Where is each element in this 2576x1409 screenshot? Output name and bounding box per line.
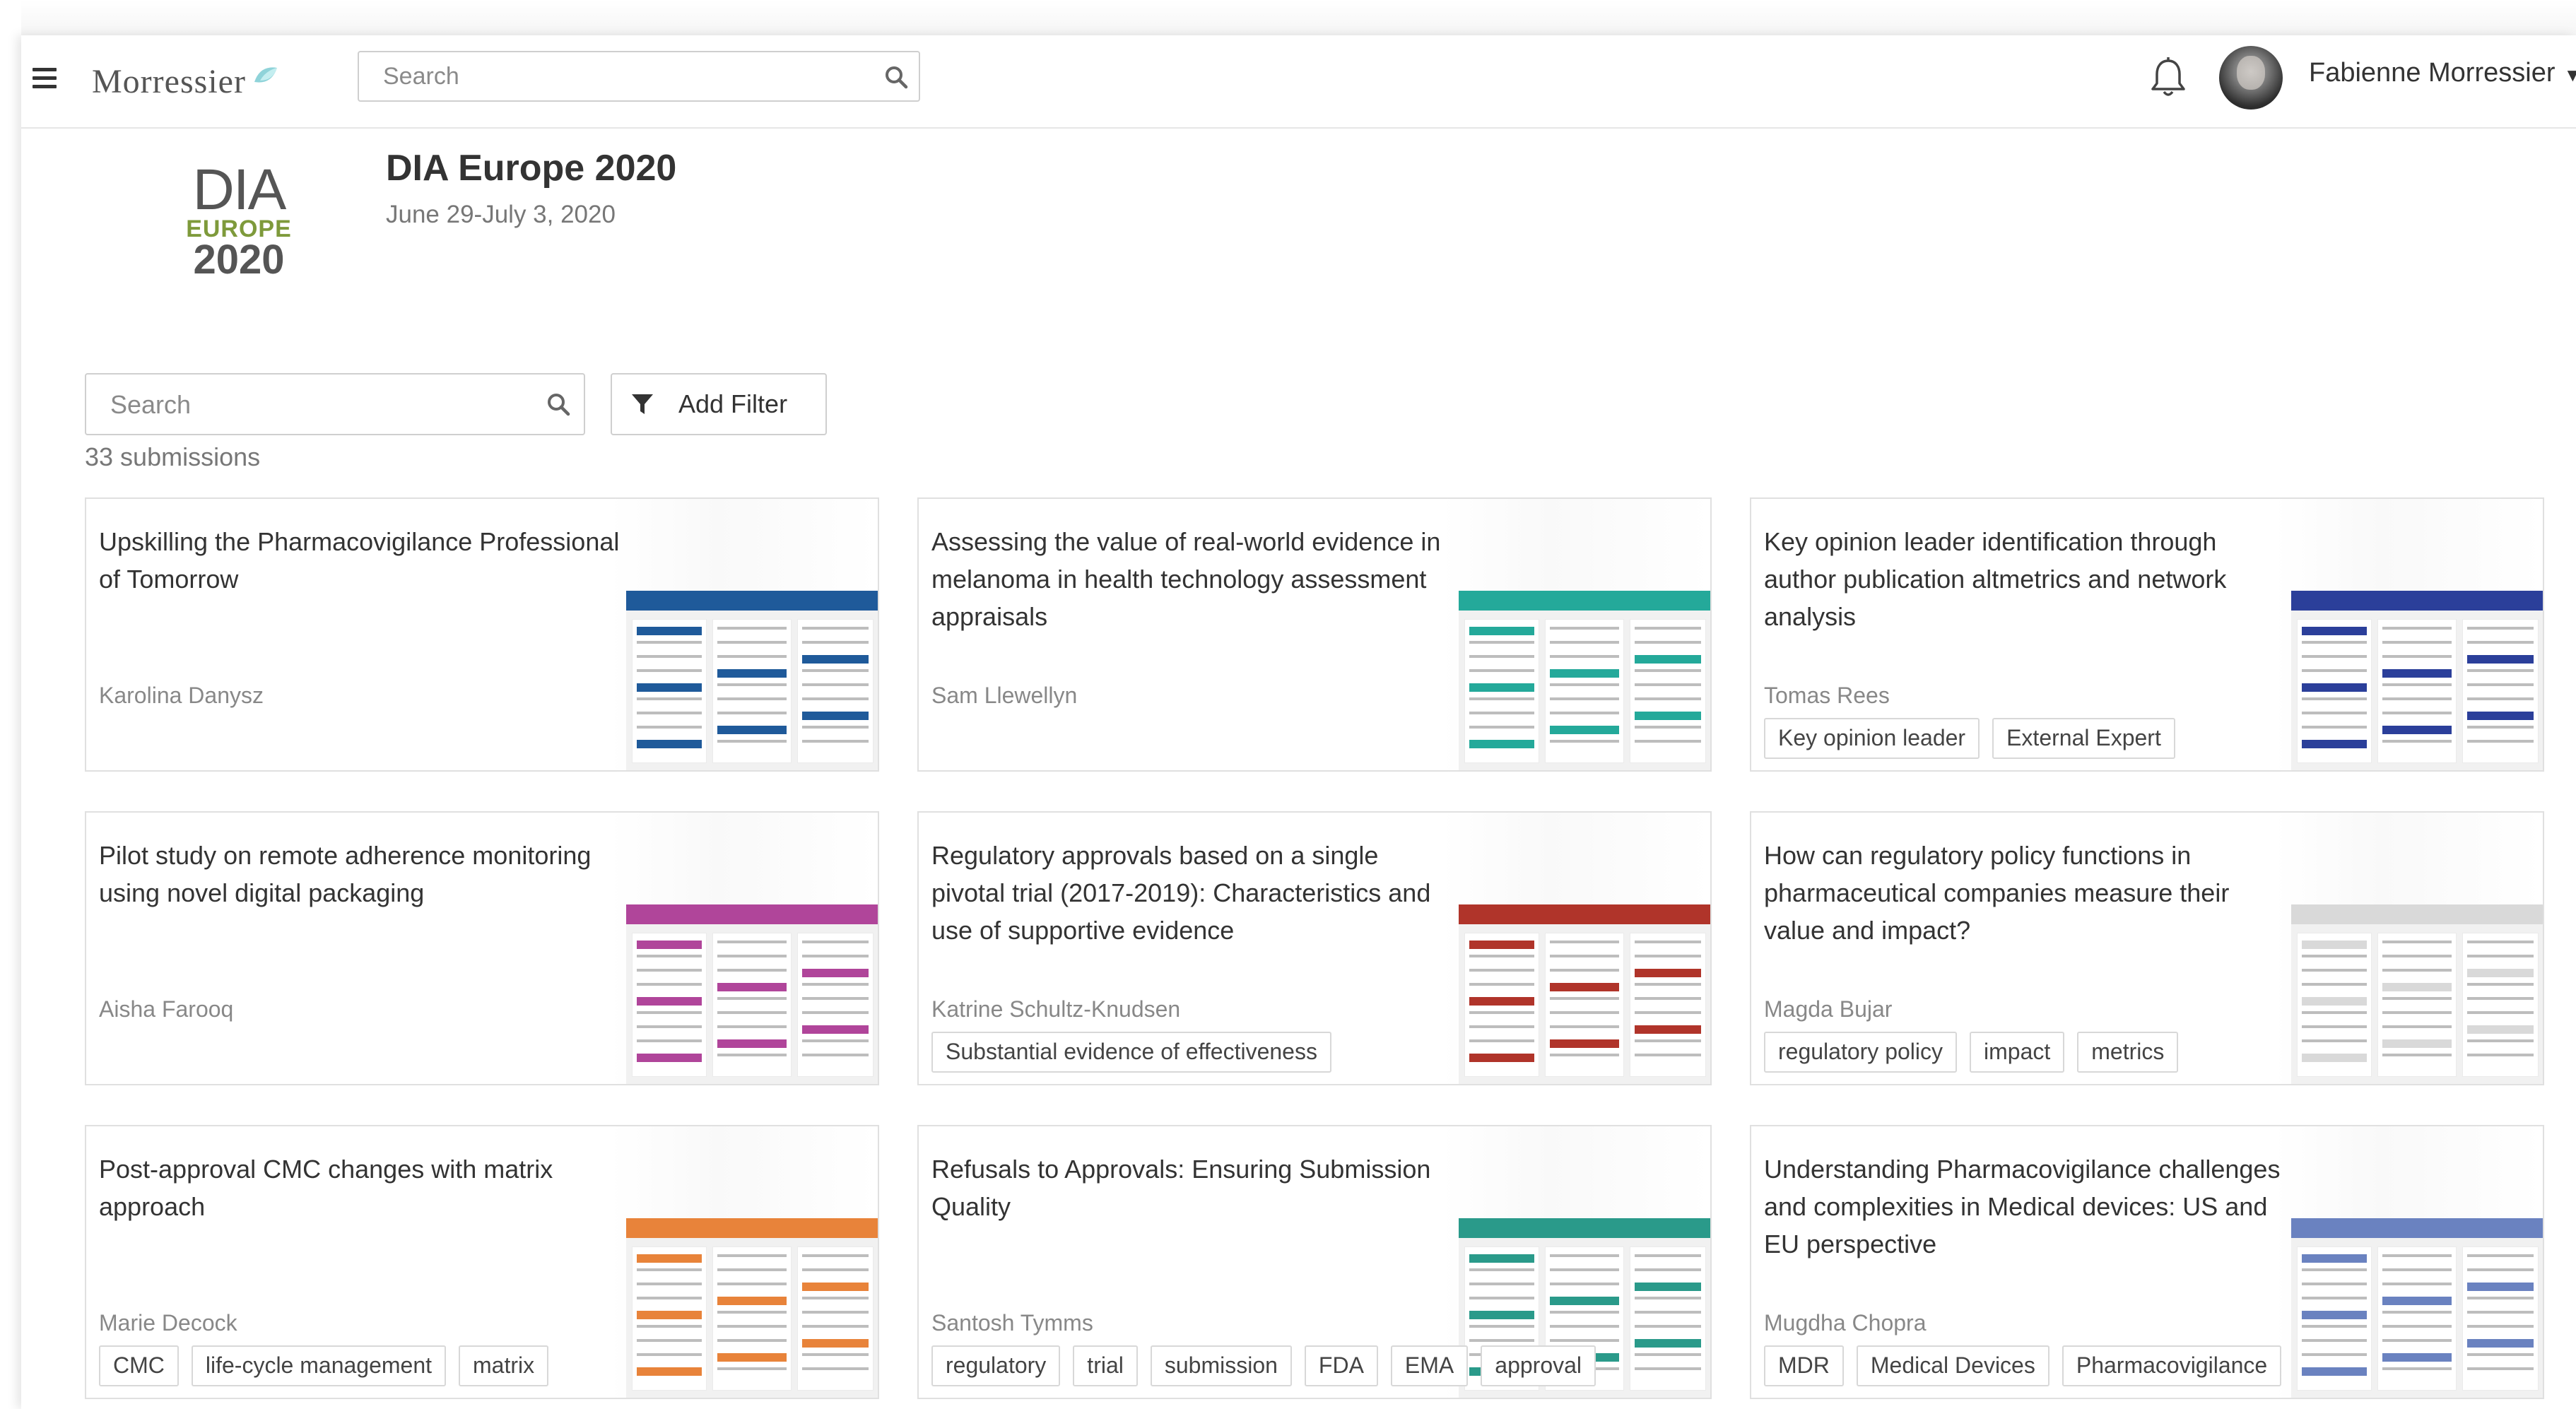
submission-author: Sam Llewellyn bbox=[931, 683, 1078, 708]
filter-funnel-icon bbox=[632, 394, 653, 414]
submission-author: Karolina Danysz bbox=[99, 683, 264, 708]
submission-title[interactable]: Regulatory approvals based on a single p… bbox=[931, 837, 1454, 949]
event-dates: June 29-July 3, 2020 bbox=[386, 201, 616, 228]
submission-author: Santosh Tymms bbox=[931, 1310, 1093, 1336]
keyword-tag[interactable]: Substantial evidence of effectiveness bbox=[931, 1032, 1331, 1073]
submission-author: Marie Decock bbox=[99, 1310, 237, 1336]
keyword-tag[interactable]: FDA bbox=[1304, 1345, 1378, 1386]
tag-list: Key opinion leader External Expert bbox=[1764, 718, 2175, 759]
user-avatar[interactable] bbox=[2219, 46, 2283, 110]
add-filter-label: Add Filter bbox=[678, 389, 788, 418]
add-filter-button[interactable]: Add Filter bbox=[611, 373, 827, 435]
notification-bell-icon[interactable] bbox=[2148, 55, 2188, 102]
poster-thumbnail bbox=[1459, 904, 1710, 1084]
left-margin bbox=[0, 0, 21, 1409]
submission-author: Katrine Schultz-Knudsen bbox=[931, 996, 1181, 1022]
keyword-tag[interactable]: MDR bbox=[1764, 1345, 1844, 1386]
search-icon[interactable] bbox=[883, 64, 909, 90]
tag-list: Substantial evidence of effectiveness bbox=[931, 1032, 1331, 1073]
keyword-tag[interactable]: impact bbox=[1970, 1032, 2065, 1073]
submission-title[interactable]: Refusals to Approvals: Ensuring Submissi… bbox=[931, 1150, 1454, 1225]
poster-thumbnail bbox=[2291, 1218, 2543, 1398]
tag-list: MDR Medical Devices Pharmacovigilance bbox=[1764, 1345, 2282, 1386]
tag-list: regulatory policy impact metrics bbox=[1764, 1032, 2179, 1073]
poster-thumbnail bbox=[1459, 591, 1710, 770]
keyword-tag[interactable]: regulatory bbox=[931, 1345, 1061, 1386]
event-logo: DIA EUROPE 2020 bbox=[182, 158, 295, 281]
global-search bbox=[358, 51, 920, 102]
submission-title[interactable]: Understanding Pharmacovigilance challeng… bbox=[1764, 1150, 2287, 1263]
submission-author: Aisha Farooq bbox=[99, 996, 234, 1022]
submission-card[interactable]: Pilot study on remote adherence monitori… bbox=[85, 811, 879, 1085]
keyword-tag[interactable]: CMC bbox=[99, 1345, 179, 1386]
submission-title[interactable]: How can regulatory policy functions in p… bbox=[1764, 837, 2287, 949]
submission-card[interactable]: Upskilling the Pharmacovigilance Profess… bbox=[85, 497, 879, 772]
top-header: Morressier Fabienne Morressier ▼ bbox=[21, 35, 2576, 129]
submission-card[interactable]: Regulatory approvals based on a single p… bbox=[917, 811, 1712, 1085]
submission-card[interactable]: Understanding Pharmacovigilance challeng… bbox=[1750, 1125, 2544, 1399]
submission-title[interactable]: Upskilling the Pharmacovigilance Profess… bbox=[99, 523, 622, 598]
keyword-tag[interactable]: regulatory policy bbox=[1764, 1032, 1957, 1073]
submission-card[interactable]: Assessing the value of real-world eviden… bbox=[917, 497, 1712, 772]
submission-title[interactable]: Assessing the value of real-world eviden… bbox=[931, 523, 1454, 635]
logo-text: Morressier bbox=[92, 62, 246, 100]
keyword-tag[interactable]: matrix bbox=[459, 1345, 549, 1386]
keyword-tag[interactable]: Key opinion leader bbox=[1764, 718, 1980, 759]
submission-card[interactable]: How can regulatory policy functions in p… bbox=[1750, 811, 2544, 1085]
submission-search-input[interactable] bbox=[86, 375, 536, 435]
event-logo-year: 2020 bbox=[193, 237, 285, 283]
submission-count: 33 submissions bbox=[85, 442, 261, 471]
submission-author: Tomas Rees bbox=[1764, 683, 1890, 708]
global-search-input[interactable] bbox=[359, 52, 851, 100]
poster-thumbnail bbox=[2291, 591, 2543, 770]
poster-thumbnail bbox=[2291, 904, 2543, 1084]
user-name: Fabienne Morressier bbox=[2309, 58, 2556, 88]
keyword-tag[interactable]: Pharmacovigilance bbox=[2062, 1345, 2282, 1386]
poster-thumbnail bbox=[626, 1218, 878, 1398]
app-window: Morressier Fabienne Morressier ▼ DIA EURO… bbox=[21, 35, 2576, 1409]
submission-title[interactable]: Post-approval CMC changes with matrix ap… bbox=[99, 1150, 622, 1225]
submission-title[interactable]: Key opinion leader identification throug… bbox=[1764, 523, 2287, 635]
submission-search bbox=[85, 373, 585, 435]
tag-list: regulatory trial submission FDA EMA approval bbox=[931, 1345, 1596, 1386]
user-menu[interactable]: Fabienne Morressier ▼ bbox=[2309, 58, 2576, 88]
submission-author: Magda Bujar bbox=[1764, 996, 1893, 1022]
keyword-tag[interactable]: approval bbox=[1481, 1345, 1596, 1386]
keyword-tag[interactable]: submission bbox=[1150, 1345, 1292, 1386]
keyword-tag[interactable]: External Expert bbox=[1992, 718, 2175, 759]
event-title: DIA Europe 2020 bbox=[386, 148, 677, 189]
top-shade bbox=[21, 0, 2576, 35]
logo-mark-icon bbox=[254, 67, 277, 83]
submission-card[interactable]: Post-approval CMC changes with matrix ap… bbox=[85, 1125, 879, 1399]
event-logo-dia: DIA bbox=[192, 158, 287, 222]
poster-thumbnail bbox=[626, 591, 878, 770]
keyword-tag[interactable]: Medical Devices bbox=[1856, 1345, 2049, 1386]
poster-thumbnail bbox=[626, 904, 878, 1084]
chevron-down-icon: ▼ bbox=[2563, 64, 2576, 86]
search-icon[interactable] bbox=[546, 391, 571, 417]
tag-list: CMC life-cycle management matrix bbox=[99, 1345, 549, 1386]
keyword-tag[interactable]: EMA bbox=[1390, 1345, 1469, 1386]
keyword-tag[interactable]: trial bbox=[1073, 1345, 1138, 1386]
morressier-logo[interactable]: Morressier bbox=[92, 57, 281, 106]
submission-title[interactable]: Pilot study on remote adherence monitori… bbox=[99, 837, 622, 912]
keyword-tag[interactable]: metrics bbox=[2077, 1032, 2179, 1073]
submission-card[interactable]: Refusals to Approvals: Ensuring Submissi… bbox=[917, 1125, 1712, 1399]
keyword-tag[interactable]: life-cycle management bbox=[191, 1345, 447, 1386]
submission-author: Mugdha Chopra bbox=[1764, 1310, 1927, 1336]
submission-card[interactable]: Key opinion leader identification throug… bbox=[1750, 497, 2544, 772]
menu-icon[interactable] bbox=[33, 68, 57, 89]
